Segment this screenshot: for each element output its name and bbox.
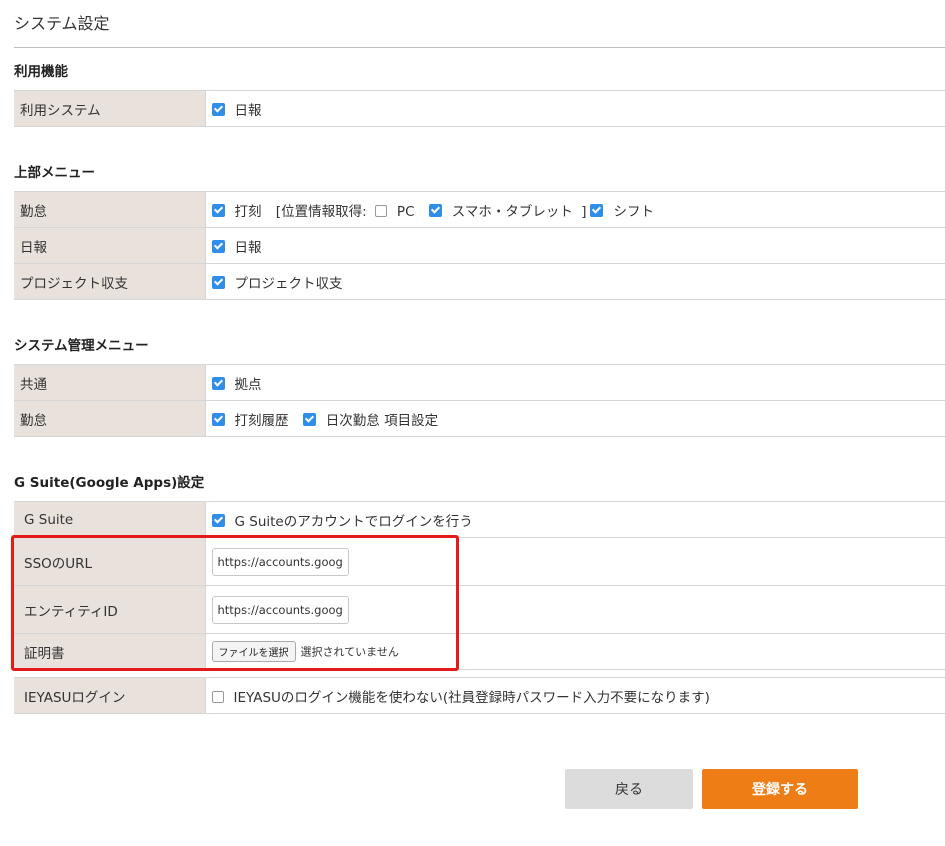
ieyasu-login-checkbox[interactable] <box>211 690 224 703</box>
entity-id-input[interactable] <box>211 595 349 624</box>
stamp-history-checkbox[interactable] <box>211 413 225 426</box>
option-label: PC <box>396 203 415 220</box>
row-label: 勤怠 <box>14 191 206 228</box>
option-label: 日報 <box>234 102 262 119</box>
row-value: 打刻 [位置情報取得: PC スマホ・タブレット ] シフト <box>205 191 945 228</box>
bracket-close: ] <box>581 203 587 220</box>
nippo-menu-checkbox[interactable] <box>211 240 225 253</box>
row-label: G Suite <box>14 501 206 538</box>
row-value <box>205 537 945 586</box>
smartphone-checkbox[interactable] <box>428 204 442 217</box>
gsuite-table: G Suite G Suiteのアカウントでログインを行う SSOのURL エン… <box>14 501 945 670</box>
row-label: SSOのURL <box>14 537 206 586</box>
row-label: IEYASUログイン <box>14 677 206 714</box>
option-label: スマホ・タブレット <box>451 203 573 220</box>
option-label: G Suiteのアカウントでログインを行う <box>234 513 473 530</box>
section-title-top-menu: 上部メニュー <box>14 165 95 181</box>
option-label: 拠点 <box>234 376 262 393</box>
option-label: シフト <box>613 203 654 220</box>
ieyasu-table: IEYASUログイン IEYASUのログイン機能を使わない(社員登録時パスワード… <box>14 677 945 714</box>
table-row: 共通 拠点 <box>14 364 945 401</box>
page-title: システム設定 <box>14 14 110 33</box>
row-value: 日報 <box>205 90 945 127</box>
table-row: 日報 日報 <box>14 227 945 264</box>
usage-table: 利用システム 日報 <box>14 90 945 127</box>
row-value: 日報 <box>205 227 945 264</box>
row-value: プロジェクト収支 <box>205 263 945 300</box>
section-title-admin-menu: システム管理メニュー <box>14 338 149 354</box>
admin-menu-table: 共通 拠点 勤怠 打刻履歴 日次勤怠 項目設定 <box>14 364 945 437</box>
row-label: 利用システム <box>14 90 206 127</box>
table-row: プロジェクト収支 プロジェクト収支 <box>14 263 945 300</box>
row-label: 共通 <box>14 364 206 401</box>
section-title-gsuite: G Suite(Google Apps)設定 <box>14 475 205 491</box>
table-row: 利用システム 日報 <box>14 90 945 127</box>
table-row: 勤怠 打刻 [位置情報取得: PC スマホ・タブレット ] シフト <box>14 191 945 228</box>
pc-checkbox[interactable] <box>374 204 387 217</box>
base-checkbox[interactable] <box>211 377 225 390</box>
gsuite-login-checkbox[interactable] <box>211 514 225 527</box>
title-divider <box>14 47 945 48</box>
row-value: 拠点 <box>205 364 945 401</box>
row-value: G Suiteのアカウントでログインを行う <box>205 501 945 538</box>
table-row: 勤怠 打刻履歴 日次勤怠 項目設定 <box>14 400 945 437</box>
row-label: 証明書 <box>14 633 206 670</box>
sso-url-input[interactable] <box>211 547 349 576</box>
table-row: IEYASUログイン IEYASUのログイン機能を使わない(社員登録時パスワード… <box>14 677 945 714</box>
file-status: 選択されていません <box>300 645 399 659</box>
back-button[interactable]: 戻る <box>565 769 693 809</box>
project-checkbox[interactable] <box>211 276 225 289</box>
stamp-checkbox[interactable] <box>211 204 225 217</box>
row-label: 日報 <box>14 227 206 264</box>
table-row: 証明書 ファイルを選択 選択されていません <box>14 633 945 670</box>
shift-checkbox[interactable] <box>590 204 604 217</box>
row-label: 勤怠 <box>14 400 206 437</box>
row-label: エンティティID <box>14 585 206 634</box>
location-label: [位置情報取得: <box>275 203 367 220</box>
option-label: 打刻 <box>234 203 262 220</box>
option-label: IEYASUのログイン機能を使わない(社員登録時パスワード入力不要になります) <box>233 689 710 706</box>
option-label: プロジェクト収支 <box>234 275 343 292</box>
daily-kintai-checkbox[interactable] <box>302 413 316 426</box>
nippo-usage-checkbox[interactable] <box>211 103 225 116</box>
option-label: 日次勤怠 項目設定 <box>325 412 439 429</box>
table-row: G Suite G Suiteのアカウントでログインを行う <box>14 501 945 538</box>
choose-file-button[interactable]: ファイルを選択 <box>211 641 296 662</box>
table-row: SSOのURL <box>14 537 945 586</box>
section-title-usage: 利用機能 <box>14 64 68 80</box>
table-row: エンティティID <box>14 585 945 634</box>
row-value <box>205 585 945 634</box>
option-label: 打刻履歴 <box>234 412 289 429</box>
row-value: ファイルを選択 選択されていません <box>205 633 945 670</box>
save-button[interactable]: 登録する <box>702 769 858 809</box>
row-label: プロジェクト収支 <box>14 263 206 300</box>
row-value: 打刻履歴 日次勤怠 項目設定 <box>205 400 945 437</box>
option-label: 日報 <box>234 239 262 256</box>
row-value: IEYASUのログイン機能を使わない(社員登録時パスワード入力不要になります) <box>205 677 945 714</box>
top-menu-table: 勤怠 打刻 [位置情報取得: PC スマホ・タブレット ] シフト 日報 日報 プ… <box>14 191 945 300</box>
